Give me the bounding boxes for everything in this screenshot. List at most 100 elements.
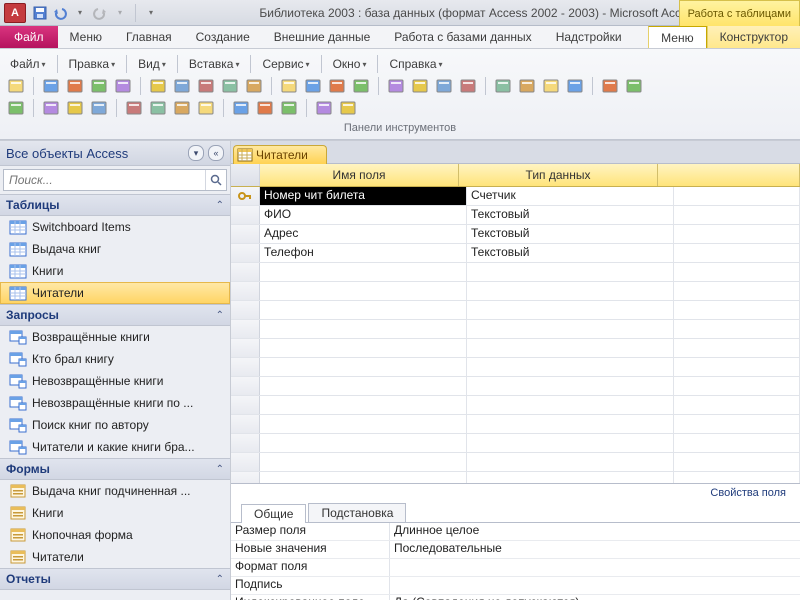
field-row-empty[interactable] (231, 282, 800, 301)
toolbar-icon[interactable] (244, 76, 264, 96)
field-row-empty[interactable] (231, 263, 800, 282)
toolbar-icon[interactable] (124, 98, 144, 118)
col-header-blank[interactable] (658, 164, 800, 186)
field-row-empty[interactable] (231, 339, 800, 358)
nav-item[interactable]: Кнопочная форма (0, 524, 230, 546)
toolbar-icon[interactable] (148, 76, 168, 96)
qat-customize-icon[interactable]: ▾ (143, 5, 159, 21)
nav-item[interactable]: Читатели и какие книги бра... (0, 436, 230, 458)
property-row[interactable]: Подпись (231, 577, 800, 595)
toolbar-icon[interactable] (172, 98, 192, 118)
menu-tab[interactable]: Внешние данные (262, 26, 383, 48)
tab-general[interactable]: Общие (241, 504, 306, 523)
toolbar-icon[interactable] (458, 76, 478, 96)
ribbon-menu[interactable]: Вставка ▾ (185, 56, 244, 72)
field-row-empty[interactable] (231, 320, 800, 339)
toolbar-icon[interactable] (220, 76, 240, 96)
nav-item[interactable]: Поиск книг по автору (0, 414, 230, 436)
property-value[interactable]: Да (Совпадения не допускаются) (390, 595, 800, 600)
property-row[interactable]: Индексированное полеДа (Совпадения не до… (231, 595, 800, 600)
tab-lookup[interactable]: Подстановка (308, 503, 406, 522)
field-name-cell[interactable]: Телефон (260, 244, 467, 262)
redo-menu-icon[interactable]: ▾ (112, 5, 128, 21)
field-name-cell[interactable]: ФИО (260, 206, 467, 224)
toolbar-icon[interactable] (41, 98, 61, 118)
file-tab[interactable]: Файл (0, 26, 58, 48)
undo-menu-icon[interactable]: ▾ (72, 5, 88, 21)
nav-item[interactable]: Читатели (0, 546, 230, 568)
property-row[interactable]: Новые значенияПоследовательные (231, 541, 800, 559)
menu-tab[interactable]: Меню (58, 26, 114, 48)
nav-menu-icon[interactable]: ▾ (188, 145, 204, 161)
field-type-cell[interactable]: Текстовый (467, 206, 674, 224)
toolbar-icon[interactable] (148, 98, 168, 118)
field-row[interactable]: ТелефонТекстовый (231, 244, 800, 263)
field-row[interactable]: Номер чит билетаСчетчик (231, 187, 800, 206)
nav-item[interactable]: Читатели (0, 282, 230, 304)
row-selector[interactable] (231, 244, 260, 262)
toolbar-icon[interactable] (279, 76, 299, 96)
toolbar-icon[interactable] (386, 76, 406, 96)
toolbar-icon[interactable] (89, 98, 109, 118)
toolbar-icon[interactable] (434, 76, 454, 96)
toolbar-icon[interactable] (493, 76, 513, 96)
ribbon-menu[interactable]: Справка ▾ (385, 56, 446, 72)
field-row[interactable]: АдресТекстовый (231, 225, 800, 244)
field-desc-cell[interactable] (674, 187, 800, 205)
search-icon[interactable] (205, 170, 226, 190)
toolbar-icon[interactable] (6, 76, 26, 96)
menu-tab[interactable]: Надстройки (544, 26, 634, 48)
field-row-empty[interactable] (231, 434, 800, 453)
nav-group-header[interactable]: Запросы⌃ (0, 304, 230, 326)
property-value[interactable] (390, 559, 800, 576)
toolbar-icon[interactable] (196, 76, 216, 96)
toolbar-icon[interactable] (231, 98, 251, 118)
search-input[interactable] (4, 173, 205, 187)
toolbar-icon[interactable] (113, 76, 133, 96)
nav-item[interactable]: Возвращённые книги (0, 326, 230, 348)
design-grid[interactable]: Номер чит билетаСчетчикФИОТекстовыйАдрес… (231, 187, 800, 483)
toolbar-icon[interactable] (410, 76, 430, 96)
nav-group-header[interactable]: Таблицы⌃ (0, 194, 230, 216)
row-selector-header[interactable] (231, 164, 260, 186)
field-row-empty[interactable] (231, 472, 800, 483)
doc-tab-active[interactable]: Читатели (233, 145, 327, 164)
redo-icon[interactable] (92, 5, 108, 21)
context-tab[interactable]: Меню (648, 26, 706, 48)
ribbon-menu[interactable]: Окно ▾ (329, 56, 371, 72)
nav-item[interactable]: Книги (0, 502, 230, 524)
context-tab[interactable]: Конструктор (707, 26, 800, 48)
toolbar-icon[interactable] (565, 76, 585, 96)
toolbar-icon[interactable] (624, 76, 644, 96)
toolbar-icon[interactable] (541, 76, 561, 96)
menu-tab[interactable]: Работа с базами данных (382, 26, 543, 48)
toolbar-icon[interactable] (41, 76, 61, 96)
toolbar-icon[interactable] (89, 76, 109, 96)
row-selector[interactable] (231, 225, 260, 243)
field-desc-cell[interactable] (674, 206, 800, 224)
nav-collapse-icon[interactable]: « (208, 145, 224, 161)
ribbon-menu[interactable]: Сервис ▾ (258, 56, 313, 72)
field-name-cell[interactable]: Адрес (260, 225, 467, 243)
save-icon[interactable] (32, 5, 48, 21)
nav-item[interactable]: Невозвращённые книги по ... (0, 392, 230, 414)
toolbar-icon[interactable] (65, 98, 85, 118)
field-type-cell[interactable]: Текстовый (467, 244, 674, 262)
nav-group-header[interactable]: Формы⌃ (0, 458, 230, 480)
field-row-empty[interactable] (231, 396, 800, 415)
nav-item[interactable]: Книги (0, 260, 230, 282)
nav-header[interactable]: Все объекты Access ▾ « (0, 141, 230, 166)
toolbar-icon[interactable] (338, 98, 358, 118)
nav-item[interactable]: Switchboard Items (0, 216, 230, 238)
nav-group-header[interactable]: Отчеты⌃ (0, 568, 230, 590)
col-header-type[interactable]: Тип данных (459, 164, 658, 186)
property-value[interactable] (390, 577, 800, 594)
toolbar-icon[interactable] (517, 76, 537, 96)
nav-item[interactable]: Кто брал книгу (0, 348, 230, 370)
nav-search[interactable] (3, 169, 227, 191)
field-desc-cell[interactable] (674, 225, 800, 243)
field-row-empty[interactable] (231, 301, 800, 320)
field-name-cell[interactable]: Номер чит билета (260, 187, 467, 205)
toolbar-icon[interactable] (279, 98, 299, 118)
property-value[interactable]: Длинное целое (390, 523, 800, 540)
